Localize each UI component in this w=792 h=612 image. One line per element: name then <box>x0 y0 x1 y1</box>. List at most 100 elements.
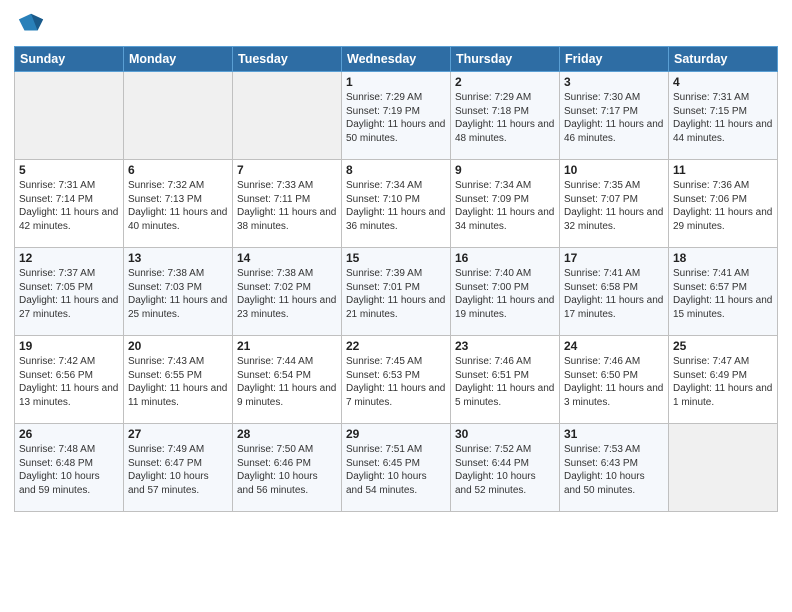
day-number: 27 <box>128 427 228 441</box>
day-number: 28 <box>237 427 337 441</box>
day-header-saturday: Saturday <box>669 47 778 72</box>
day-number: 14 <box>237 251 337 265</box>
day-header-wednesday: Wednesday <box>342 47 451 72</box>
cell-info: Sunrise: 7:29 AM Sunset: 7:18 PM Dayligh… <box>455 91 555 145</box>
cell-info: Sunrise: 7:38 AM Sunset: 7:03 PM Dayligh… <box>128 267 228 321</box>
calendar-cell: 11 Sunrise: 7:36 AM Sunset: 7:06 PM Dayli… <box>669 160 778 248</box>
calendar-header: SundayMondayTuesdayWednesdayThursdayFrid… <box>15 47 778 72</box>
cell-info: Sunrise: 7:37 AM Sunset: 7:05 PM Dayligh… <box>19 267 119 321</box>
calendar-cell: 5Sunrise: 7:31 AM Sunset: 7:14 PM Daylig… <box>15 160 124 248</box>
day-header-friday: Friday <box>560 47 669 72</box>
calendar-cell: 23Sunrise: 7:46 AM Sunset: 6:51 PM Dayli… <box>451 336 560 424</box>
calendar-cell: 7 Sunrise: 7:33 AM Sunset: 7:11 PM Daylig… <box>233 160 342 248</box>
cell-info: Sunrise: 7:36 AM Sunset: 7:06 PM Dayligh… <box>673 179 773 233</box>
calendar-cell: 9 Sunrise: 7:34 AM Sunset: 7:09 PM Daylig… <box>451 160 560 248</box>
logo <box>14 10 45 38</box>
calendar-cell: 28 Sunrise: 7:50 AM Sunset: 6:46 PM Dayli… <box>233 424 342 512</box>
header <box>14 10 778 38</box>
day-header-tuesday: Tuesday <box>233 47 342 72</box>
cell-info: Sunrise: 7:39 AM Sunset: 7:01 PM Dayligh… <box>346 267 446 321</box>
cell-info: Sunrise: 7:30 AM Sunset: 7:17 PM Dayligh… <box>564 91 664 145</box>
day-number: 11 <box>673 163 773 177</box>
calendar-cell: 10 Sunrise: 7:35 AM Sunset: 7:07 PM Dayli… <box>560 160 669 248</box>
day-number: 5 <box>19 163 119 177</box>
cell-info: Sunrise: 7:49 AM Sunset: 6:47 PM Dayligh… <box>128 443 228 497</box>
cell-info: Sunrise: 7:40 AM Sunset: 7:00 PM Dayligh… <box>455 267 555 321</box>
calendar-cell: 8Sunrise: 7:34 AM Sunset: 7:10 PM Daylig… <box>342 160 451 248</box>
cell-info: Sunrise: 7:42 AM Sunset: 6:56 PM Dayligh… <box>19 355 119 409</box>
logo-icon <box>17 10 45 38</box>
calendar-cell: 13Sunrise: 7:38 AM Sunset: 7:03 PM Dayli… <box>124 248 233 336</box>
day-number: 30 <box>455 427 555 441</box>
calendar-cell: 3 Sunrise: 7:30 AM Sunset: 7:17 PM Daylig… <box>560 72 669 160</box>
calendar-table: SundayMondayTuesdayWednesdayThursdayFrid… <box>14 46 778 512</box>
calendar-cell <box>233 72 342 160</box>
day-number: 31 <box>564 427 664 441</box>
cell-info: Sunrise: 7:50 AM Sunset: 6:46 PM Dayligh… <box>237 443 337 497</box>
day-number: 20 <box>128 339 228 353</box>
day-header-sunday: Sunday <box>15 47 124 72</box>
cell-info: Sunrise: 7:43 AM Sunset: 6:55 PM Dayligh… <box>128 355 228 409</box>
cell-info: Sunrise: 7:41 AM Sunset: 6:58 PM Dayligh… <box>564 267 664 321</box>
calendar-cell: 25 Sunrise: 7:47 AM Sunset: 6:49 PM Dayli… <box>669 336 778 424</box>
day-number: 17 <box>564 251 664 265</box>
day-number: 22 <box>346 339 446 353</box>
calendar-cell: 26Sunrise: 7:48 AM Sunset: 6:48 PM Dayli… <box>15 424 124 512</box>
calendar-cell: 6 Sunrise: 7:32 AM Sunset: 7:13 PM Daylig… <box>124 160 233 248</box>
day-header-monday: Monday <box>124 47 233 72</box>
cell-info: Sunrise: 7:48 AM Sunset: 6:48 PM Dayligh… <box>19 443 119 497</box>
cell-info: Sunrise: 7:35 AM Sunset: 7:07 PM Dayligh… <box>564 179 664 233</box>
calendar-cell: 18 Sunrise: 7:41 AM Sunset: 6:57 PM Dayli… <box>669 248 778 336</box>
cell-info: Sunrise: 7:53 AM Sunset: 6:43 PM Dayligh… <box>564 443 664 497</box>
cell-info: Sunrise: 7:46 AM Sunset: 6:50 PM Dayligh… <box>564 355 664 409</box>
cell-info: Sunrise: 7:45 AM Sunset: 6:53 PM Dayligh… <box>346 355 446 409</box>
calendar-cell: 31 Sunrise: 7:53 AM Sunset: 6:43 PM Dayli… <box>560 424 669 512</box>
cell-info: Sunrise: 7:38 AM Sunset: 7:02 PM Dayligh… <box>237 267 337 321</box>
calendar-cell: 12 Sunrise: 7:37 AM Sunset: 7:05 PM Dayli… <box>15 248 124 336</box>
main-container: SundayMondayTuesdayWednesdayThursdayFrid… <box>0 0 792 612</box>
day-number: 16 <box>455 251 555 265</box>
day-number: 24 <box>564 339 664 353</box>
calendar-cell: 17 Sunrise: 7:41 AM Sunset: 6:58 PM Dayli… <box>560 248 669 336</box>
cell-info: Sunrise: 7:29 AM Sunset: 7:19 PM Dayligh… <box>346 91 446 145</box>
calendar-cell: 4Sunrise: 7:31 AM Sunset: 7:15 PM Daylig… <box>669 72 778 160</box>
day-number: 6 <box>128 163 228 177</box>
cell-info: Sunrise: 7:41 AM Sunset: 6:57 PM Dayligh… <box>673 267 773 321</box>
cell-info: Sunrise: 7:32 AM Sunset: 7:13 PM Dayligh… <box>128 179 228 233</box>
calendar-cell: 22 Sunrise: 7:45 AM Sunset: 6:53 PM Dayli… <box>342 336 451 424</box>
calendar-cell: 15 Sunrise: 7:39 AM Sunset: 7:01 PM Dayli… <box>342 248 451 336</box>
day-number: 7 <box>237 163 337 177</box>
cell-info: Sunrise: 7:52 AM Sunset: 6:44 PM Dayligh… <box>455 443 555 497</box>
day-number: 9 <box>455 163 555 177</box>
week-row-3: 12 Sunrise: 7:37 AM Sunset: 7:05 PM Dayli… <box>15 248 778 336</box>
calendar-cell: 27 Sunrise: 7:49 AM Sunset: 6:47 PM Dayli… <box>124 424 233 512</box>
week-row-2: 5Sunrise: 7:31 AM Sunset: 7:14 PM Daylig… <box>15 160 778 248</box>
day-number: 10 <box>564 163 664 177</box>
cell-info: Sunrise: 7:33 AM Sunset: 7:11 PM Dayligh… <box>237 179 337 233</box>
calendar-cell: 30 Sunrise: 7:52 AM Sunset: 6:44 PM Dayli… <box>451 424 560 512</box>
day-number: 18 <box>673 251 773 265</box>
cell-info: Sunrise: 7:47 AM Sunset: 6:49 PM Dayligh… <box>673 355 773 409</box>
day-number: 3 <box>564 75 664 89</box>
calendar-cell: 19Sunrise: 7:42 AM Sunset: 6:56 PM Dayli… <box>15 336 124 424</box>
cell-info: Sunrise: 7:34 AM Sunset: 7:09 PM Dayligh… <box>455 179 555 233</box>
day-number: 15 <box>346 251 446 265</box>
week-row-4: 19Sunrise: 7:42 AM Sunset: 6:56 PM Dayli… <box>15 336 778 424</box>
day-number: 12 <box>19 251 119 265</box>
calendar-cell: 1 Sunrise: 7:29 AM Sunset: 7:19 PM Daylig… <box>342 72 451 160</box>
calendar-cell: 29Sunrise: 7:51 AM Sunset: 6:45 PM Dayli… <box>342 424 451 512</box>
cell-info: Sunrise: 7:34 AM Sunset: 7:10 PM Dayligh… <box>346 179 446 233</box>
day-number: 1 <box>346 75 446 89</box>
cell-info: Sunrise: 7:31 AM Sunset: 7:15 PM Dayligh… <box>673 91 773 145</box>
calendar-cell: 16 Sunrise: 7:40 AM Sunset: 7:00 PM Dayli… <box>451 248 560 336</box>
calendar-cell <box>669 424 778 512</box>
day-number: 23 <box>455 339 555 353</box>
calendar-cell: 24 Sunrise: 7:46 AM Sunset: 6:50 PM Dayli… <box>560 336 669 424</box>
day-number: 2 <box>455 75 555 89</box>
day-number: 25 <box>673 339 773 353</box>
calendar-cell: 20 Sunrise: 7:43 AM Sunset: 6:55 PM Dayli… <box>124 336 233 424</box>
cell-info: Sunrise: 7:44 AM Sunset: 6:54 PM Dayligh… <box>237 355 337 409</box>
cell-info: Sunrise: 7:51 AM Sunset: 6:45 PM Dayligh… <box>346 443 446 497</box>
calendar-body: 1 Sunrise: 7:29 AM Sunset: 7:19 PM Daylig… <box>15 72 778 512</box>
calendar-cell <box>124 72 233 160</box>
